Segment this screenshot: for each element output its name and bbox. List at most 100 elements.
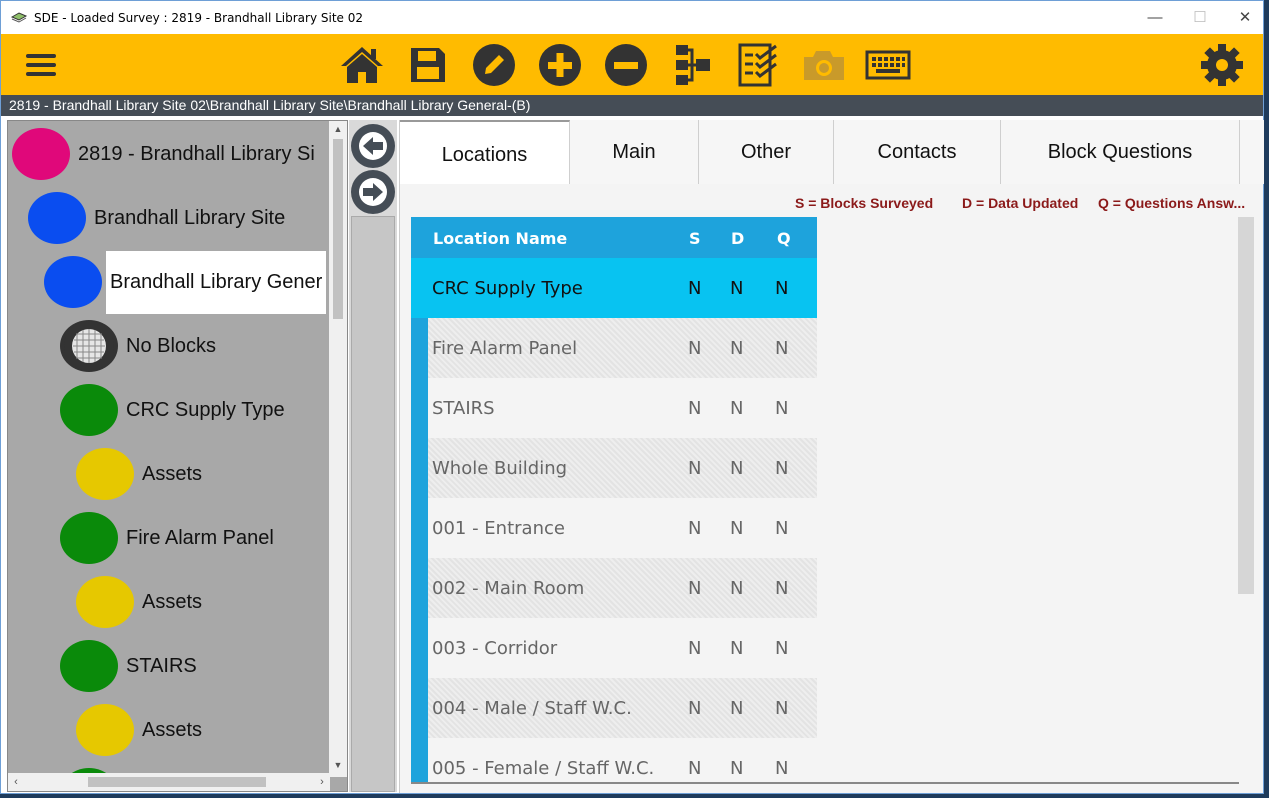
cell-s: N — [688, 578, 702, 599]
scroll-down-icon[interactable]: ▼ — [329, 757, 347, 773]
arrow-left-icon — [359, 132, 387, 160]
cell-d: N — [730, 758, 744, 779]
table-row[interactable]: 002 - Main Room N N N — [428, 558, 817, 618]
window-title: SDE - Loaded Survey : 2819 - Brandhall L… — [34, 11, 363, 25]
cell-q: N — [775, 638, 789, 659]
hierarchy-button[interactable] — [668, 42, 716, 88]
tree-node-building[interactable]: Brandhall Library Gener — [44, 250, 327, 314]
tree-node-no-blocks[interactable]: No Blocks — [60, 316, 216, 376]
cell-s: N — [688, 338, 702, 359]
table-row[interactable]: Whole Building N N N — [428, 438, 817, 498]
tab-other[interactable]: Other — [699, 120, 834, 184]
horizontal-scrollbar[interactable]: ‹ › — [8, 773, 330, 791]
tree-node-location[interactable]: STAIRS — [60, 636, 197, 696]
tree-node-label: Brandhall Library Site — [94, 206, 286, 229]
table-row[interactable]: 001 - Entrance N N N — [428, 498, 817, 558]
header-location-name[interactable]: Location Name — [433, 229, 567, 248]
cell-location-name: 003 - Corridor — [432, 638, 558, 659]
tab-contacts[interactable]: Contacts — [834, 120, 1001, 184]
header-s[interactable]: S — [689, 229, 701, 248]
header-d[interactable]: D — [731, 229, 744, 248]
save-button[interactable] — [404, 42, 452, 88]
cell-location-name: Whole Building — [432, 458, 568, 479]
cell-s: N — [688, 518, 702, 539]
camera-button[interactable] — [800, 42, 848, 88]
settings-button[interactable] — [1198, 42, 1246, 88]
table-row[interactable]: Fire Alarm Panel N N N — [428, 318, 817, 378]
mesh-icon — [60, 320, 118, 372]
cell-s: N — [688, 458, 702, 479]
toolbar — [1, 34, 1263, 95]
status-dot — [76, 448, 134, 500]
table-row[interactable]: 005 - Female / Staff W.C. N N N — [428, 738, 817, 782]
tree-node-site[interactable]: 2819 - Brandhall Library Si — [12, 124, 315, 184]
cell-d: N — [730, 398, 744, 419]
edit-button[interactable] — [470, 42, 518, 88]
vertical-scrollbar[interactable]: ▲ ▼ — [329, 121, 347, 777]
cell-location-name: 004 - Male / Staff W.C. — [432, 698, 632, 719]
remove-button[interactable] — [602, 42, 650, 88]
cell-location-name: STAIRS — [432, 398, 495, 419]
grid-bottom-border — [411, 782, 1239, 784]
tree-node-location[interactable]: CRC Supply Type — [60, 380, 285, 440]
tab-main[interactable]: Main — [570, 120, 699, 184]
cell-location-name: 005 - Female / Staff W.C. — [432, 758, 655, 779]
tree-node-assets[interactable]: Assets — [76, 444, 202, 504]
cell-s: N — [688, 698, 702, 719]
cell-d: N — [730, 518, 744, 539]
table-row[interactable]: 004 - Male / Staff W.C. N N N — [428, 678, 817, 738]
tree-node-label: STAIRS — [126, 654, 197, 677]
tree-node-location[interactable]: Fire Alarm Panel — [60, 508, 274, 568]
cell-location-name: 002 - Main Room — [432, 578, 585, 599]
title-bar: SDE - Loaded Survey : 2819 - Brandhall L… — [1, 1, 1263, 34]
grid-vertical-scrollbar[interactable] — [1238, 217, 1254, 594]
header-q[interactable]: Q — [777, 229, 791, 248]
table-row[interactable]: 003 - Corridor N N N — [428, 618, 817, 678]
gear-icon — [1201, 44, 1243, 86]
tree-node-label: Assets — [142, 462, 203, 485]
checklist-button[interactable] — [734, 42, 782, 88]
table-row[interactable]: STAIRS N N N — [428, 378, 817, 438]
tab-block-questions[interactable]: Block Questions — [1001, 120, 1240, 184]
status-dot — [60, 512, 118, 564]
checklist-icon — [738, 43, 777, 87]
save-icon — [411, 48, 445, 82]
status-dot — [76, 576, 134, 628]
scroll-thumb[interactable] — [333, 139, 343, 319]
cell-s: N — [688, 638, 702, 659]
tree-node-assets[interactable]: Assets — [76, 700, 202, 760]
arrow-right-icon — [359, 178, 387, 206]
scroll-thumb[interactable] — [88, 777, 266, 787]
minimize-button[interactable]: — — [1141, 7, 1169, 29]
add-button[interactable] — [536, 42, 584, 88]
status-dot — [76, 704, 134, 756]
cell-q: N — [775, 278, 789, 299]
add-icon — [539, 44, 581, 86]
edit-icon — [473, 44, 515, 86]
table-row[interactable]: CRC Supply Type N N N — [411, 258, 817, 318]
app-icon — [11, 12, 27, 23]
cell-s: N — [688, 398, 702, 419]
tree-node-site-child[interactable]: Brandhall Library Site — [28, 188, 285, 248]
maximize-button[interactable]: ☐ — [1186, 7, 1214, 29]
menu-button[interactable] — [17, 42, 65, 88]
cell-d: N — [730, 458, 744, 479]
close-button[interactable]: ✕ — [1231, 7, 1259, 29]
scroll-up-icon[interactable]: ▲ — [329, 121, 347, 137]
forward-button[interactable] — [351, 170, 395, 214]
home-button[interactable] — [338, 42, 386, 88]
tree-node-label: CRC Supply Type — [126, 398, 285, 421]
tree-node-label: Fire Alarm Panel — [126, 526, 274, 549]
tree-node-label: Brandhall Library Gener — [106, 250, 327, 314]
back-button[interactable] — [351, 124, 395, 168]
cell-q: N — [775, 398, 789, 419]
cell-q: N — [775, 518, 789, 539]
keyboard-button[interactable] — [864, 42, 912, 88]
tree-node-assets[interactable]: Assets — [76, 572, 202, 632]
scroll-left-icon[interactable]: ‹ — [8, 773, 24, 791]
scroll-right-icon[interactable]: › — [314, 773, 330, 791]
home-icon — [341, 47, 383, 83]
legend-q: Q = Questions Answ... — [1098, 195, 1246, 211]
tab-locations[interactable]: Locations — [400, 120, 570, 184]
app-window: SDE - Loaded Survey : 2819 - Brandhall L… — [0, 0, 1264, 794]
